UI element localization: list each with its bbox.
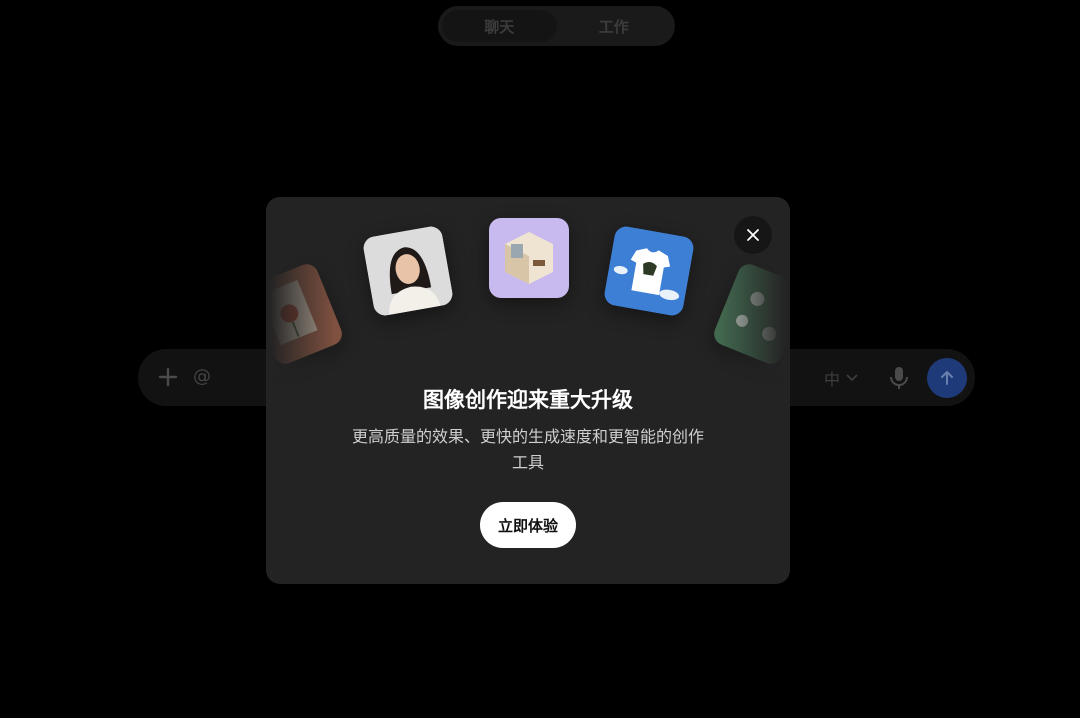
arrow-up-icon: [941, 371, 953, 385]
plus-icon[interactable]: [156, 365, 180, 389]
send-button[interactable]: [927, 358, 967, 398]
language-selector[interactable]: 中: [824, 366, 858, 390]
app-page: 聊天 工作 @ 中 图像创作迎来重大升级 更高质量的效果、更快的生成速度和更智能…: [0, 0, 1080, 718]
try-now-button[interactable]: 立即体验: [480, 502, 576, 548]
mention-button[interactable]: @: [193, 366, 211, 387]
portrait-thumbnail: [361, 224, 455, 318]
room-3d-thumbnail: [489, 218, 569, 298]
language-label: 中: [824, 370, 841, 389]
modal-description: 更高质量的效果、更快的生成速度和更智能的创作工具: [351, 427, 704, 472]
tab-work[interactable]: 工作: [557, 10, 672, 42]
upgrade-modal: 图像创作迎来重大升级 更高质量的效果、更快的生成速度和更智能的创作工具 立即体验: [266, 197, 790, 584]
chevron-down-icon: [846, 374, 858, 382]
close-icon: [747, 229, 759, 241]
feature-thumbnails: [266, 197, 790, 377]
close-button[interactable]: [734, 216, 772, 254]
microphone-icon[interactable]: [888, 365, 910, 391]
tab-chat[interactable]: 聊天: [442, 10, 557, 42]
mode-tabs: 聊天 工作: [438, 6, 675, 46]
thumbnail-fade-left: [266, 197, 336, 377]
tshirt-thumbnail: [602, 224, 696, 318]
modal-title: 图像创作迎来重大升级: [423, 388, 633, 412]
